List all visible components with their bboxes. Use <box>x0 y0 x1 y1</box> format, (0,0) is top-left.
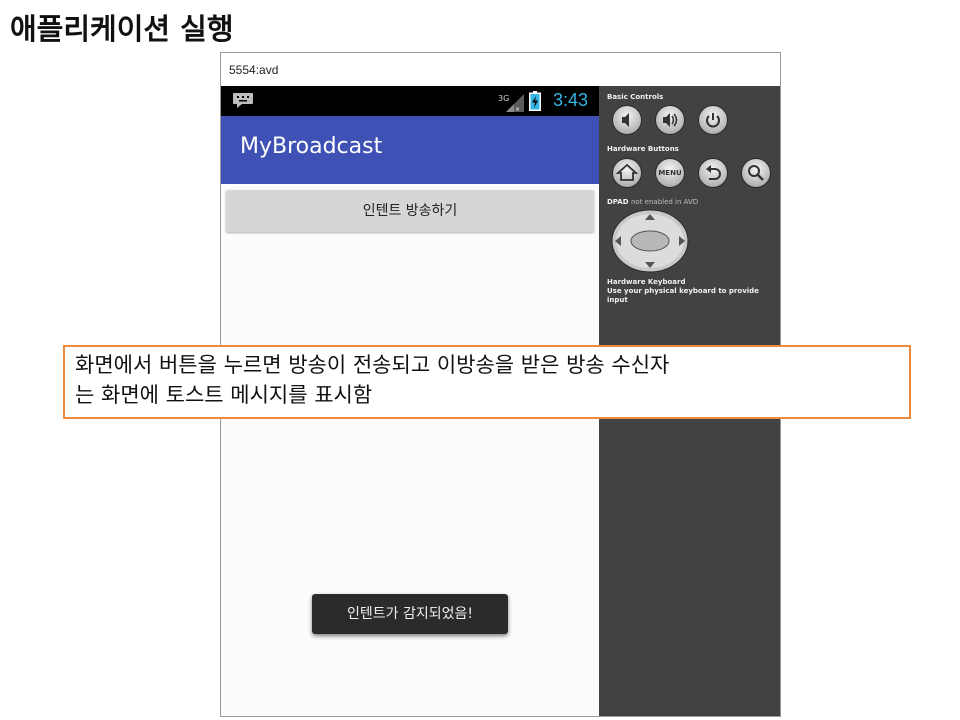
callout-line-2: 는 화면에 토스트 메시지를 표시함 <box>75 383 373 407</box>
signal-icon: 3G × <box>498 94 524 112</box>
volume-up-icon <box>663 113 678 127</box>
notification-icon <box>233 93 253 108</box>
status-bar: 3G × 3:43 <box>221 86 599 116</box>
volume-down-button[interactable] <box>612 105 642 135</box>
dpad-status: not enabled in AVD <box>630 198 699 206</box>
home-button[interactable] <box>612 158 642 188</box>
battery-icon <box>529 91 541 111</box>
broadcast-intent-button[interactable]: 인텐트 방송하기 <box>226 190 594 232</box>
hardware-buttons-label: Hardware Buttons <box>607 145 679 153</box>
keyboard-label: Hardware Keyboard <box>607 278 686 286</box>
dpad-title: DPAD <box>607 198 629 206</box>
back-icon <box>706 165 721 180</box>
description-callout: 화면에서 버튼을 누르면 방송이 전송되고 이방송을 받은 방송 수신자 는 화… <box>63 345 911 419</box>
toast-message: 인텐트가 감지되었음! <box>312 594 508 634</box>
callout-line-1: 화면에서 버튼을 누르면 방송이 전송되고 이방송을 받은 방송 수신자 <box>75 353 670 377</box>
search-button[interactable] <box>741 158 771 188</box>
svg-text:×: × <box>515 106 520 112</box>
menu-button-label: MENU <box>658 169 682 177</box>
power-icon <box>706 113 720 128</box>
status-clock: 3:43 <box>553 90 589 110</box>
volume-up-button[interactable] <box>655 105 685 135</box>
dpad-control[interactable] <box>611 209 689 273</box>
menu-button[interactable]: MENU <box>655 158 685 188</box>
back-button[interactable] <box>698 158 728 188</box>
window-title: 5554:avd <box>221 53 780 86</box>
app-title: MyBroadcast <box>240 134 383 159</box>
app-bar: MyBroadcast <box>221 116 599 184</box>
basic-controls-label: Basic Controls <box>607 93 664 101</box>
search-icon <box>748 165 764 181</box>
slide-title: 애플리케이션 실행 <box>10 12 234 46</box>
keyboard-hint: Use your physical keyboard to provide in… <box>607 287 759 304</box>
home-icon <box>615 163 639 181</box>
volume-down-icon <box>622 113 629 127</box>
power-button[interactable] <box>698 105 728 135</box>
network-type-label: 3G <box>498 94 509 103</box>
dpad-label: DPAD not enabled in AVD <box>607 198 698 207</box>
